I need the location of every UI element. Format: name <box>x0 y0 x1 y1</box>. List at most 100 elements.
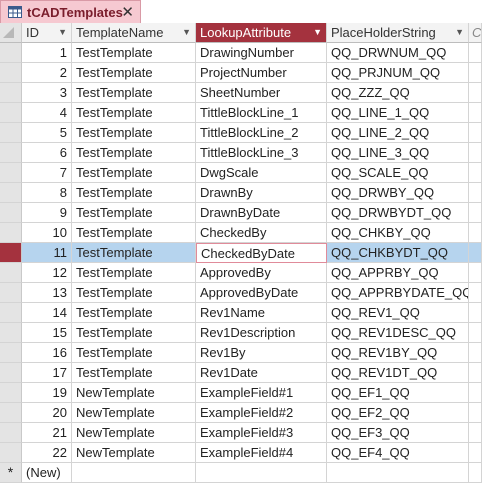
record-selector[interactable] <box>0 183 22 203</box>
cell-id[interactable]: 14 <box>22 303 72 323</box>
cell-clipped[interactable] <box>469 123 482 143</box>
record-selector[interactable] <box>0 63 22 83</box>
cell-clipped[interactable] <box>469 163 482 183</box>
cell-id[interactable]: 17 <box>22 363 72 383</box>
table-row[interactable]: 3 TestTemplate SheetNumber QQ_ZZZ_QQ <box>0 83 482 103</box>
cell-clipped[interactable] <box>469 363 482 383</box>
cell-lookupattribute[interactable]: TittleBlockLine_1 <box>196 103 327 123</box>
cell-lookupattribute[interactable] <box>196 463 327 483</box>
cell-templatename[interactable]: TestTemplate <box>72 263 196 283</box>
cell-lookupattribute[interactable]: DrawnBy <box>196 183 327 203</box>
cell-clipped[interactable] <box>469 143 482 163</box>
record-selector[interactable] <box>0 243 22 263</box>
cell-placeholderstring[interactable]: QQ_ZZZ_QQ <box>327 83 469 103</box>
cell-lookupattribute[interactable]: TittleBlockLine_3 <box>196 143 327 163</box>
table-row[interactable]: 19 NewTemplate ExampleField#1 QQ_EF1_QQ <box>0 383 482 403</box>
cell-id[interactable]: 8 <box>22 183 72 203</box>
cell-lookupattribute[interactable]: SheetNumber <box>196 83 327 103</box>
cell-id[interactable]: 1 <box>22 43 72 63</box>
cell-id[interactable]: 6 <box>22 143 72 163</box>
new-record-row[interactable]: * (New) <box>0 463 482 483</box>
cell-templatename[interactable]: TestTemplate <box>72 183 196 203</box>
record-selector[interactable] <box>0 163 22 183</box>
cell-clipped[interactable] <box>469 103 482 123</box>
cell-templatename[interactable]: NewTemplate <box>72 443 196 463</box>
cell-id[interactable]: 22 <box>22 443 72 463</box>
table-row[interactable]: 6 TestTemplate TittleBlockLine_3 QQ_LINE_3_… <box>0 143 482 163</box>
cell-templatename[interactable]: TestTemplate <box>72 103 196 123</box>
cell-placeholderstring[interactable]: QQ_DRWBY_QQ <box>327 183 469 203</box>
cell-placeholderstring[interactable]: QQ_REV1DT_QQ <box>327 363 469 383</box>
cell-templatename[interactable]: TestTemplate <box>72 43 196 63</box>
record-selector[interactable] <box>0 203 22 223</box>
cell-id[interactable]: 12 <box>22 263 72 283</box>
table-row[interactable]: 9 TestTemplate DrawnByDate QQ_DRWBYDT_QQ <box>0 203 482 223</box>
cell-id[interactable]: 16 <box>22 343 72 363</box>
cell-clipped[interactable] <box>469 343 482 363</box>
cell-lookupattribute[interactable]: ExampleField#3 <box>196 423 327 443</box>
close-icon[interactable]: ✕ <box>121 3 134 21</box>
cell-clipped[interactable] <box>469 443 482 463</box>
cell-templatename[interactable]: TestTemplate <box>72 343 196 363</box>
cell-templatename[interactable]: TestTemplate <box>72 363 196 383</box>
cell-placeholderstring[interactable]: QQ_APPRBYDATE_QQ <box>327 283 469 303</box>
cell-lookupattribute[interactable]: Rev1Date <box>196 363 327 383</box>
record-selector[interactable] <box>0 283 22 303</box>
cell-templatename[interactable]: NewTemplate <box>72 383 196 403</box>
cell-clipped[interactable] <box>469 423 482 443</box>
cell-templatename[interactable]: TestTemplate <box>72 163 196 183</box>
cell-id[interactable]: 7 <box>22 163 72 183</box>
cell-lookupattribute[interactable]: ExampleField#2 <box>196 403 327 423</box>
table-row[interactable]: 2 TestTemplate ProjectNumber QQ_PRJNUM_QQ <box>0 63 482 83</box>
cell-clipped[interactable] <box>469 323 482 343</box>
cell-placeholderstring[interactable]: QQ_APPRBY_QQ <box>327 263 469 283</box>
record-selector[interactable] <box>0 143 22 163</box>
cell-placeholderstring[interactable]: QQ_REV1_QQ <box>327 303 469 323</box>
record-selector[interactable] <box>0 323 22 343</box>
cell-templatename[interactable] <box>72 463 196 483</box>
table-row[interactable]: 14 TestTemplate Rev1Name QQ_REV1_QQ <box>0 303 482 323</box>
cell-placeholderstring[interactable]: QQ_SCALE_QQ <box>327 163 469 183</box>
cell-placeholderstring[interactable]: QQ_CHKBY_QQ <box>327 223 469 243</box>
table-row[interactable]: 22 NewTemplate ExampleField#4 QQ_EF4_QQ <box>0 443 482 463</box>
cell-clipped[interactable] <box>469 263 482 283</box>
column-header-templatename[interactable]: TemplateName ▼ <box>72 23 196 43</box>
cell-id[interactable]: 10 <box>22 223 72 243</box>
cell-clipped[interactable] <box>469 83 482 103</box>
cell-placeholderstring[interactable]: QQ_REV1BY_QQ <box>327 343 469 363</box>
cell-templatename[interactable]: TestTemplate <box>72 303 196 323</box>
record-selector[interactable] <box>0 423 22 443</box>
cell-id[interactable]: 2 <box>22 63 72 83</box>
table-row[interactable]: 5 TestTemplate TittleBlockLine_2 QQ_LINE_2_… <box>0 123 482 143</box>
cell-id[interactable]: 3 <box>22 83 72 103</box>
cell-placeholderstring[interactable]: QQ_CHKBYDT_QQ <box>327 243 469 263</box>
record-selector[interactable] <box>0 43 22 63</box>
cell-templatename[interactable]: TestTemplate <box>72 203 196 223</box>
dropdown-arrow-icon[interactable]: ▼ <box>455 23 464 42</box>
cell-lookupattribute[interactable]: Rev1Description <box>196 323 327 343</box>
cell-lookupattribute[interactable]: ExampleField#4 <box>196 443 327 463</box>
table-row[interactable]: 15 TestTemplate Rev1Description QQ_REV1DESC… <box>0 323 482 343</box>
cell-lookupattribute[interactable]: Rev1Name <box>196 303 327 323</box>
cell-templatename[interactable]: TestTemplate <box>72 63 196 83</box>
cell-clipped[interactable] <box>469 383 482 403</box>
cell-id[interactable]: 20 <box>22 403 72 423</box>
cell-placeholderstring[interactable]: QQ_EF1_QQ <box>327 383 469 403</box>
table-row[interactable]: 13 TestTemplate ApprovedByDate QQ_APPRBYDAT… <box>0 283 482 303</box>
cell-lookupattribute[interactable]: ApprovedByDate <box>196 283 327 303</box>
table-row[interactable]: 21 NewTemplate ExampleField#3 QQ_EF3_QQ <box>0 423 482 443</box>
new-record-label[interactable]: (New) <box>22 463 72 483</box>
cell-lookupattribute[interactable]: CheckedByDate <box>196 243 327 263</box>
cell-clipped[interactable] <box>469 223 482 243</box>
cell-lookupattribute[interactable]: TittleBlockLine_2 <box>196 123 327 143</box>
cell-templatename[interactable]: TestTemplate <box>72 283 196 303</box>
cell-lookupattribute[interactable]: ProjectNumber <box>196 63 327 83</box>
dropdown-arrow-icon[interactable]: ▼ <box>58 23 67 42</box>
cell-id[interactable]: 21 <box>22 423 72 443</box>
cell-placeholderstring[interactable]: QQ_PRJNUM_QQ <box>327 63 469 83</box>
cell-clipped[interactable] <box>469 403 482 423</box>
cell-placeholderstring[interactable]: QQ_DRWBYDT_QQ <box>327 203 469 223</box>
cell-lookupattribute[interactable]: DrawingNumber <box>196 43 327 63</box>
cell-lookupattribute[interactable]: Rev1By <box>196 343 327 363</box>
cell-id[interactable]: 15 <box>22 323 72 343</box>
